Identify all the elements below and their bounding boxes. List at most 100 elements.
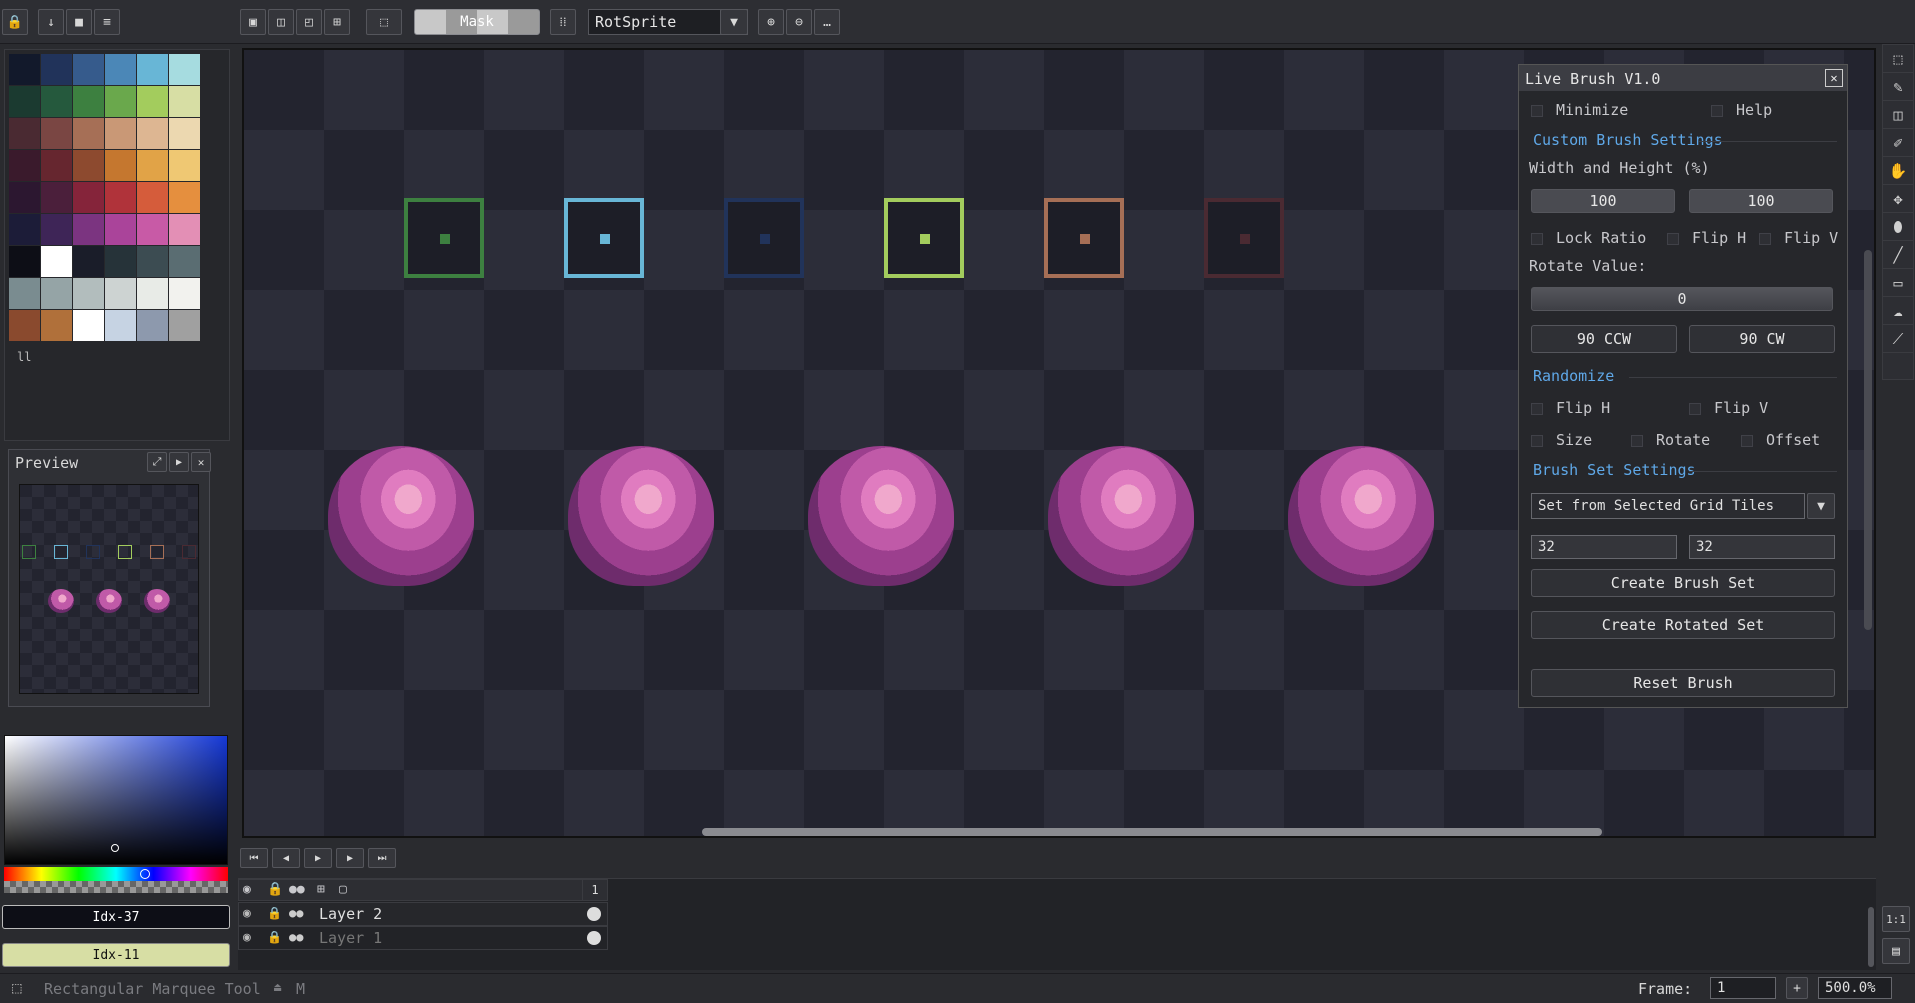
onion-skin-icon[interactable]: ●●: [289, 930, 303, 944]
alpha-slider[interactable]: [4, 881, 228, 893]
palette-swatch[interactable]: [9, 246, 40, 277]
palette-swatch[interactable]: [9, 54, 40, 85]
palette-swatch[interactable]: [137, 54, 168, 85]
menu-icon[interactable]: ≡: [94, 9, 120, 35]
palette-swatch[interactable]: [105, 182, 136, 213]
brush-set-mode-select[interactable]: Set from Selected Grid Tiles: [1531, 493, 1805, 519]
random-size-checkbox[interactable]: Size: [1531, 431, 1592, 449]
import-icon[interactable]: ↓: [38, 9, 64, 35]
palette-swatch[interactable]: [105, 118, 136, 149]
eye-icon[interactable]: ◉: [243, 930, 251, 945]
palette-swatch[interactable]: [9, 278, 40, 309]
palette-swatch[interactable]: [105, 150, 136, 181]
mask-toggle[interactable]: Mask: [414, 9, 540, 35]
live-brush-close-icon[interactable]: ✕: [1825, 69, 1843, 87]
prev-frame-icon[interactable]: ◀: [272, 848, 300, 868]
palette-swatch[interactable]: [169, 278, 200, 309]
palette-swatch[interactable]: [73, 118, 104, 149]
rotate-ccw-button[interactable]: 90 CCW: [1531, 325, 1677, 353]
palette-swatch[interactable]: [41, 86, 72, 117]
grid-height-field[interactable]: 32: [1689, 535, 1835, 559]
palette-swatch[interactable]: [105, 214, 136, 245]
palette-swatch[interactable]: [73, 278, 104, 309]
color-picker[interactable]: [4, 735, 228, 865]
lock-icon[interactable]: 🔒: [2, 9, 28, 35]
next-frame-icon[interactable]: ▶: [336, 848, 364, 868]
palette-swatch[interactable]: [41, 278, 72, 309]
add-frame-icon[interactable]: +: [1786, 977, 1808, 999]
selection-mode-intersect-icon[interactable]: ⊞: [324, 9, 350, 35]
palette-swatch[interactable]: [169, 86, 200, 117]
cel-dot-icon[interactable]: [587, 907, 601, 921]
palette-swatch[interactable]: [105, 246, 136, 277]
chevron-down-icon[interactable]: ▼: [720, 9, 748, 35]
hand-tool-icon[interactable]: ✋: [1883, 157, 1913, 185]
flip-v-checkbox[interactable]: Flip V: [1759, 229, 1838, 247]
fill-tool-icon[interactable]: ⬮: [1883, 213, 1913, 241]
palette-swatch[interactable]: [73, 310, 104, 341]
palette-swatch[interactable]: [169, 310, 200, 341]
pivot-center-icon[interactable]: ⊖: [786, 9, 812, 35]
brush-set-mode-chevron-icon[interactable]: ▼: [1807, 493, 1835, 519]
first-frame-icon[interactable]: ⏮: [240, 848, 268, 868]
line-tool-icon[interactable]: ╱: [1883, 241, 1913, 269]
eyedropper-tool-icon[interactable]: ⟋: [1883, 325, 1913, 353]
palette-swatch[interactable]: [9, 86, 40, 117]
palette-swatch[interactable]: [137, 214, 168, 245]
palette-swatch[interactable]: [169, 54, 200, 85]
lock-ratio-checkbox[interactable]: Lock Ratio: [1531, 229, 1646, 247]
palette-swatch[interactable]: [169, 182, 200, 213]
lock-icon[interactable]: 🔒: [267, 906, 282, 920]
selection-mode-replace-icon[interactable]: ▣: [240, 9, 266, 35]
grid-width-field[interactable]: 32: [1531, 535, 1677, 559]
play-icon[interactable]: ▶: [304, 848, 332, 868]
palette-swatch[interactable]: [9, 118, 40, 149]
palette-swatch[interactable]: [41, 150, 72, 181]
add-layer-icon[interactable]: ⊞: [317, 882, 325, 897]
palette-swatch[interactable]: [73, 150, 104, 181]
layer-row[interactable]: ◉ 🔒 ●● Layer 2: [238, 902, 608, 926]
smudge-tool-icon[interactable]: ☁: [1883, 297, 1913, 325]
help-checkbox[interactable]: Help: [1711, 101, 1772, 119]
pencil-tool-icon[interactable]: ✎: [1883, 73, 1913, 101]
palette-swatch[interactable]: [9, 150, 40, 181]
rotate-cw-button[interactable]: 90 CW: [1689, 325, 1835, 353]
palette-swatch[interactable]: [41, 182, 72, 213]
palette-swatch[interactable]: [73, 246, 104, 277]
visibility-all-icon[interactable]: ◉: [243, 882, 251, 897]
timeline-scrollbar[interactable]: [1868, 907, 1874, 967]
last-frame-icon[interactable]: ⏭: [368, 848, 396, 868]
palette-swatch[interactable]: [73, 182, 104, 213]
palette-swatch[interactable]: [137, 182, 168, 213]
palette-swatch[interactable]: [9, 214, 40, 245]
selection-mode-subtract-icon[interactable]: ◰: [296, 9, 322, 35]
palette-swatch[interactable]: [137, 118, 168, 149]
eraser-tool-icon[interactable]: ◫: [1883, 101, 1913, 129]
color-picker-handle[interactable]: [111, 844, 119, 852]
pivot-icon[interactable]: ⊕: [758, 9, 784, 35]
random-rotate-checkbox[interactable]: Rotate: [1631, 431, 1710, 449]
primary-color-swatch[interactable]: Idx-37: [2, 905, 230, 929]
palette-swatch[interactable]: [169, 118, 200, 149]
palette-swatch[interactable]: [137, 310, 168, 341]
selection-mode-add-icon[interactable]: ◫: [268, 9, 294, 35]
palette-swatch[interactable]: [41, 310, 72, 341]
move-tool-icon[interactable]: ✥: [1883, 185, 1913, 213]
palette-swatch[interactable]: [73, 214, 104, 245]
rotate-slider[interactable]: 0: [1531, 287, 1833, 311]
palette-swatch[interactable]: [105, 54, 136, 85]
lock-all-icon[interactable]: 🔒: [267, 882, 283, 897]
random-flip-v-checkbox[interactable]: Flip V: [1689, 399, 1768, 417]
marquee-tool-icon[interactable]: ⬚: [1883, 45, 1913, 73]
layer-options-icon[interactable]: ▢: [339, 882, 347, 897]
rectangle-tool-icon[interactable]: ▭: [1883, 269, 1913, 297]
palette-swatch[interactable]: [105, 86, 136, 117]
palette-swatch[interactable]: [73, 86, 104, 117]
preview-close-icon[interactable]: ✕: [191, 452, 211, 472]
frame-column-header[interactable]: 1: [582, 879, 608, 901]
more-icon[interactable]: …: [814, 9, 840, 35]
preview-expand-icon[interactable]: ⤢: [147, 452, 167, 472]
layer-row[interactable]: ◉ 🔒 ●● Layer 1: [238, 926, 608, 950]
flip-h-checkbox[interactable]: Flip H: [1667, 229, 1746, 247]
hue-slider[interactable]: [4, 867, 228, 881]
